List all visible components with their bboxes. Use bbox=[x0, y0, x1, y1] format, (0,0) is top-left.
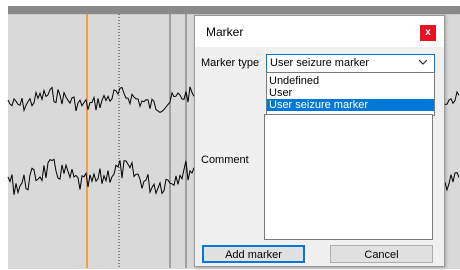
option-undefined[interactable]: Undefined bbox=[267, 75, 434, 87]
marker-type-value: User seizure marker bbox=[270, 57, 370, 69]
dialog-title: Marker bbox=[206, 25, 244, 39]
dialog-titlebar[interactable]: Marker x bbox=[195, 16, 444, 47]
option-user-seizure-marker[interactable]: User seizure marker bbox=[267, 99, 434, 111]
eeg-trace-channel-2-right bbox=[442, 172, 460, 192]
cancel-button[interactable]: Cancel bbox=[330, 245, 433, 263]
marker-type-dropdown-list: Undefined User User seizure marker bbox=[266, 72, 435, 116]
eeg-trace-channel-2 bbox=[7, 158, 195, 196]
add-marker-button[interactable]: Add marker bbox=[202, 245, 305, 263]
chevron-down-icon bbox=[418, 59, 428, 65]
eeg-trace-channel-1-right bbox=[442, 90, 460, 106]
close-button[interactable]: x bbox=[420, 25, 436, 41]
marker-dialog: Marker x Marker type User seizure marker… bbox=[194, 15, 445, 267]
marker-type-label: Marker type bbox=[201, 57, 260, 69]
option-user[interactable]: User bbox=[267, 87, 434, 99]
comment-field[interactable] bbox=[264, 114, 433, 240]
eeg-trace-channel-1 bbox=[7, 86, 195, 113]
comment-label: Comment bbox=[201, 154, 249, 166]
close-icon: x bbox=[425, 27, 431, 38]
marker-type-select[interactable]: User seizure marker bbox=[266, 54, 435, 73]
